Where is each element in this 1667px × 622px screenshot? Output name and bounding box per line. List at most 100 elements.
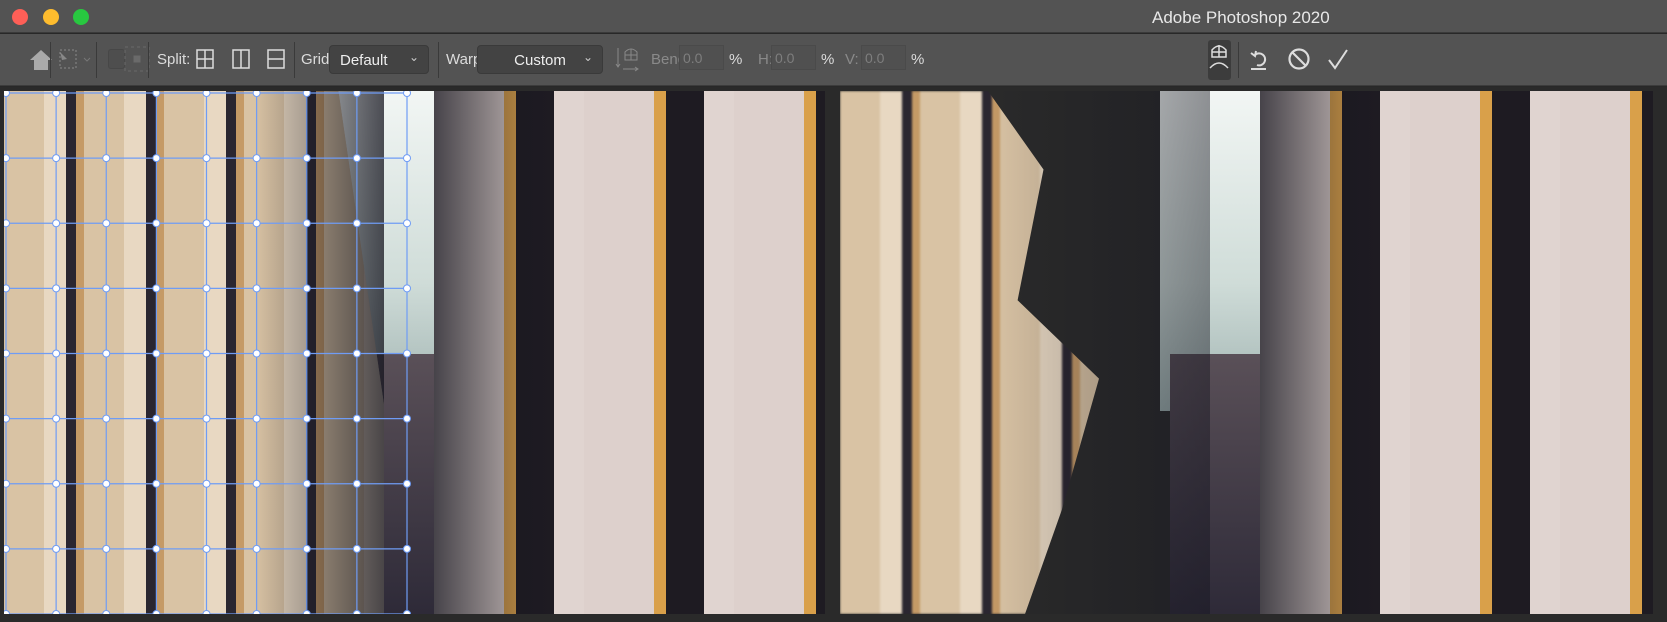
grid-control-point[interactable] [302, 91, 311, 97]
split-horizontal-icon[interactable] [263, 46, 289, 72]
grid-control-point[interactable] [52, 544, 61, 553]
grid-control-point[interactable] [4, 544, 10, 553]
grid-control-point[interactable] [152, 219, 161, 228]
v-distortion-input[interactable]: 0.0 [861, 45, 906, 70]
grid-control-point[interactable] [4, 414, 10, 423]
grid-control-point[interactable] [403, 91, 411, 97]
split-vertical-icon[interactable] [228, 46, 254, 72]
grid-control-point[interactable] [4, 479, 10, 488]
grid-control-point[interactable] [102, 414, 111, 423]
grid-control-point[interactable] [102, 610, 111, 615]
grid-control-point[interactable] [403, 284, 411, 293]
grid-control-point[interactable] [403, 610, 411, 615]
grid-points-icon[interactable] [123, 46, 151, 72]
grid-control-point[interactable] [403, 154, 411, 163]
grid-control-point[interactable] [4, 349, 10, 358]
grid-control-point[interactable] [102, 479, 111, 488]
grid-control-point[interactable] [302, 219, 311, 228]
grid-control-point[interactable] [252, 414, 261, 423]
transform-tool-icon[interactable] [56, 46, 92, 72]
grid-control-point[interactable] [252, 544, 261, 553]
grid-control-point[interactable] [352, 544, 361, 553]
grid-control-point[interactable] [352, 154, 361, 163]
commit-check-icon[interactable] [1325, 46, 1351, 72]
grid-control-point[interactable] [403, 544, 411, 553]
grid-control-point[interactable] [202, 284, 211, 293]
grid-control-point[interactable] [252, 91, 261, 97]
grid-control-point[interactable] [252, 349, 261, 358]
grid-control-point[interactable] [4, 154, 10, 163]
grid-control-point[interactable] [403, 219, 411, 228]
grid-control-point[interactable] [352, 610, 361, 615]
minimize-window-button[interactable] [43, 9, 59, 25]
grid-control-point[interactable] [352, 479, 361, 488]
grid-control-point[interactable] [202, 349, 211, 358]
grid-control-point[interactable] [102, 219, 111, 228]
zoom-window-button[interactable] [73, 9, 89, 25]
grid-control-point[interactable] [302, 349, 311, 358]
grid-control-point[interactable] [52, 610, 61, 615]
grid-control-point[interactable] [202, 219, 211, 228]
grid-control-point[interactable] [352, 349, 361, 358]
grid-control-point[interactable] [102, 349, 111, 358]
grid-control-point[interactable] [52, 154, 61, 163]
grid-control-point[interactable] [352, 91, 361, 97]
grid-control-point[interactable] [152, 610, 161, 615]
grid-control-point[interactable] [302, 154, 311, 163]
reset-icon[interactable] [1246, 46, 1272, 72]
grid-control-point[interactable] [302, 544, 311, 553]
grid-control-point[interactable] [403, 414, 411, 423]
grid-control-point[interactable] [302, 610, 311, 615]
grid-control-point[interactable] [52, 91, 61, 97]
grid-dropdown[interactable]: Default ⌄ [329, 45, 429, 74]
grid-control-point[interactable] [202, 414, 211, 423]
grid-control-point[interactable] [202, 154, 211, 163]
grid-control-point[interactable] [252, 479, 261, 488]
grid-control-point[interactable] [202, 610, 211, 615]
grid-control-point[interactable] [302, 284, 311, 293]
close-window-button[interactable] [12, 9, 28, 25]
cancel-icon[interactable] [1286, 46, 1312, 72]
grid-control-point[interactable] [4, 91, 10, 97]
grid-control-point[interactable] [4, 219, 10, 228]
grid-control-point[interactable] [4, 284, 10, 293]
grid-control-point[interactable] [152, 349, 161, 358]
h-distortion-input[interactable]: 0.0 [771, 45, 816, 70]
grid-control-point[interactable] [52, 284, 61, 293]
grid-control-point[interactable] [252, 154, 261, 163]
grid-control-point[interactable] [102, 284, 111, 293]
grid-control-point[interactable] [302, 479, 311, 488]
grid-control-point[interactable] [152, 284, 161, 293]
warp-grid-overlay[interactable] [4, 91, 825, 614]
grid-control-point[interactable] [152, 544, 161, 553]
grid-control-point[interactable] [202, 544, 211, 553]
grid-control-point[interactable] [302, 414, 311, 423]
grid-control-point[interactable] [403, 349, 411, 358]
grid-control-point[interactable] [102, 154, 111, 163]
grid-control-point[interactable] [352, 414, 361, 423]
grid-control-point[interactable] [152, 479, 161, 488]
grid-control-point[interactable] [202, 479, 211, 488]
grid-control-point[interactable] [4, 610, 10, 615]
grid-control-point[interactable] [352, 284, 361, 293]
grid-control-point[interactable] [52, 414, 61, 423]
grid-control-point[interactable] [152, 154, 161, 163]
grid-control-point[interactable] [252, 284, 261, 293]
grid-control-point[interactable] [252, 610, 261, 615]
change-warp-orientation-icon[interactable] [615, 46, 641, 72]
warp-dropdown[interactable]: Custom ⌄ [477, 45, 603, 74]
warped-image[interactable] [840, 91, 1653, 614]
grid-control-point[interactable] [152, 91, 161, 97]
grid-control-point[interactable] [202, 91, 211, 97]
split-crosswise-icon[interactable] [192, 46, 218, 72]
bend-input[interactable]: 0.0 [679, 45, 724, 70]
grid-control-point[interactable] [52, 479, 61, 488]
grid-control-point[interactable] [152, 414, 161, 423]
original-image[interactable] [4, 91, 825, 614]
grid-control-point[interactable] [52, 349, 61, 358]
grid-control-point[interactable] [102, 91, 111, 97]
grid-control-point[interactable] [252, 219, 261, 228]
grid-control-point[interactable] [403, 479, 411, 488]
grid-control-point[interactable] [352, 219, 361, 228]
grid-control-point[interactable] [102, 544, 111, 553]
